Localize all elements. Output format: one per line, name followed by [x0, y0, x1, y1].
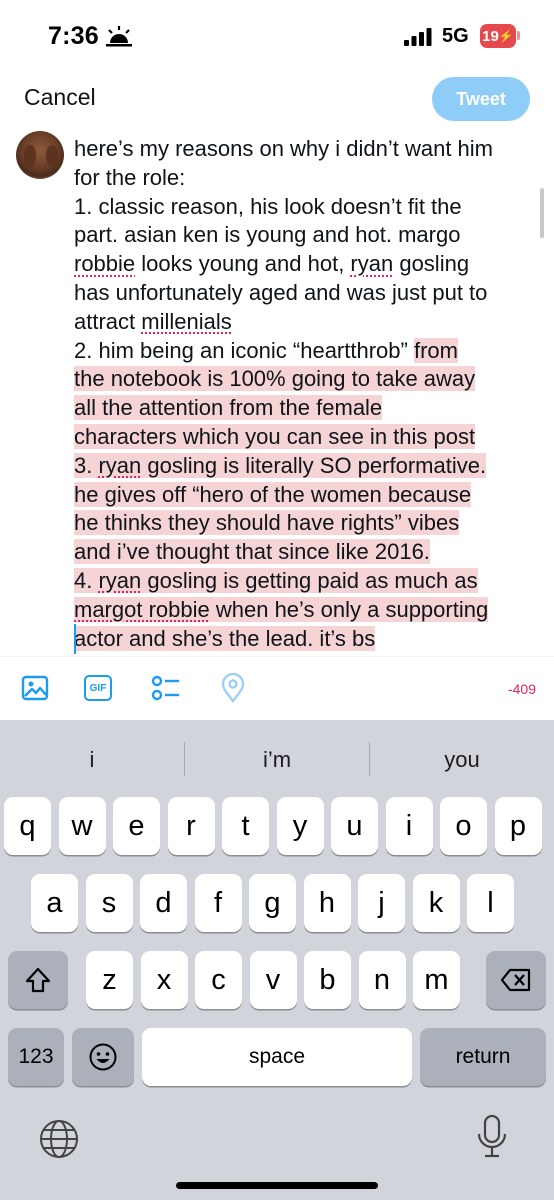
tweet-text-segment: ryan [350, 251, 394, 277]
avatar-dog-ear [46, 145, 58, 167]
key-k[interactable]: k [412, 874, 460, 932]
emoji-icon [89, 1043, 117, 1071]
key-d[interactable]: d [140, 874, 187, 932]
tweet-text-segment: ryan [98, 452, 142, 478]
scroll-indicator[interactable] [540, 188, 544, 238]
delete-key[interactable] [486, 951, 546, 1009]
compose-toolbar: GIF -409 [0, 656, 554, 720]
return-key[interactable]: return [420, 1028, 546, 1086]
tweet-text-input[interactable]: here’s my reasons on why i didn’t want h… [74, 135, 546, 653]
key-s[interactable]: s [85, 874, 133, 932]
tweet-text-segment: gosling is getting paid as much as [141, 567, 478, 593]
tweet-text-segment: looks young and hot, [135, 251, 351, 277]
key-e[interactable]: e [113, 797, 160, 855]
key-y[interactable]: y [276, 797, 324, 855]
key-f[interactable]: f [194, 874, 242, 932]
sleep-focus-icon [106, 26, 132, 47]
key-j[interactable]: j [358, 874, 405, 932]
battery-nub [517, 31, 520, 40]
key-b[interactable]: b [304, 951, 351, 1009]
key-m[interactable]: m [413, 951, 460, 1009]
shift-icon [25, 967, 51, 993]
tweet-text-segment: robbie [74, 251, 136, 277]
key-t[interactable]: t [222, 797, 269, 855]
numbers-key[interactable]: 123 [8, 1028, 64, 1086]
image-icon[interactable] [20, 673, 50, 703]
avatar [16, 131, 64, 179]
avatar-dog-ear [24, 145, 36, 167]
key-c[interactable]: c [195, 951, 242, 1009]
text-caret [74, 624, 76, 654]
tweet-text-segment: millenials [141, 308, 232, 334]
microphone-icon[interactable] [476, 1114, 508, 1162]
key-a[interactable]: a [31, 874, 78, 932]
tweet-text-segment: ryan [98, 567, 142, 593]
keyboard: i i’m you 123 space return qwertyuiopasd… [0, 720, 554, 1200]
battery-level: 19 [482, 27, 499, 45]
status-bar: 7:36 5G 19 ⚡ [0, 0, 554, 70]
key-v[interactable]: v [249, 951, 297, 1009]
key-w[interactable]: w [58, 797, 106, 855]
gif-label: GIF [89, 682, 107, 694]
key-x[interactable]: x [140, 951, 188, 1009]
cancel-button[interactable]: Cancel [24, 84, 96, 111]
suggestion[interactable]: you [370, 740, 554, 780]
key-i[interactable]: i [385, 797, 433, 855]
globe-icon[interactable] [38, 1118, 80, 1160]
emoji-key[interactable] [72, 1028, 134, 1086]
tweet-button[interactable]: Tweet [432, 77, 530, 121]
status-time: 7:36 [48, 22, 99, 50]
key-z[interactable]: z [86, 951, 133, 1009]
key-g[interactable]: g [249, 874, 296, 932]
gif-icon[interactable]: GIF [84, 675, 112, 701]
tweet-text-segment: here’s my reasons on why i didn’t want h… [74, 136, 494, 248]
network-type: 5G [442, 25, 469, 47]
key-n[interactable]: n [358, 951, 406, 1009]
suggestion[interactable]: i [0, 740, 184, 780]
key-r[interactable]: r [167, 797, 215, 855]
key-u[interactable]: u [331, 797, 378, 855]
location-icon[interactable] [218, 673, 248, 703]
key-q[interactable]: q [4, 797, 51, 855]
signal-icon [404, 28, 432, 46]
key-p[interactable]: p [494, 797, 542, 855]
key-l[interactable]: l [467, 874, 514, 932]
key-o[interactable]: o [440, 797, 487, 855]
home-indicator [176, 1182, 378, 1189]
delete-icon [500, 968, 531, 992]
tweet-text-segment: 2. him being an iconic “heartthrob” [74, 337, 408, 363]
battery-icon: 19 ⚡ [480, 24, 516, 48]
tweet-text-segment: margot robbie [74, 596, 210, 622]
suggestion[interactable]: i’m [185, 740, 369, 780]
shift-key[interactable] [8, 951, 68, 1009]
poll-icon[interactable] [150, 673, 180, 703]
charging-bolt: ⚡ [498, 29, 514, 43]
key-h[interactable]: h [303, 874, 351, 932]
character-count: -409 [507, 681, 536, 697]
space-key[interactable]: space [142, 1028, 412, 1086]
